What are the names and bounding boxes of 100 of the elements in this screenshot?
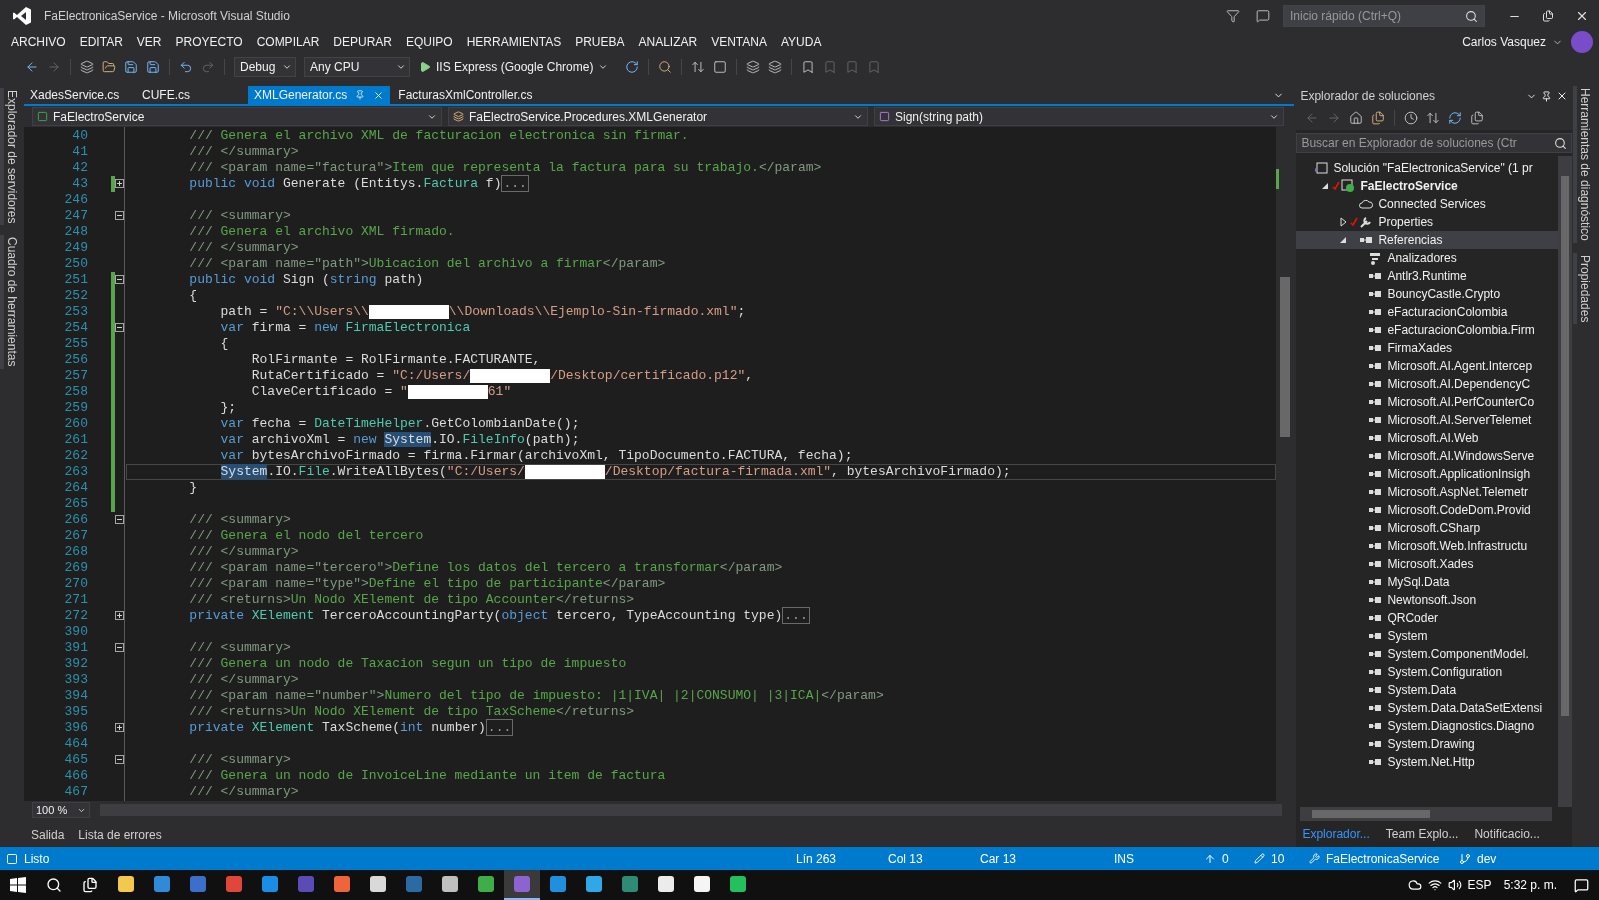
- home-icon[interactable]: [1349, 111, 1364, 125]
- collapse-icon[interactable]: [114, 323, 124, 332]
- refresh-icon[interactable]: [625, 60, 640, 74]
- sync-icon[interactable]: [1426, 111, 1441, 125]
- side-tab[interactable]: Propiedades: [1573, 252, 1594, 325]
- tree-item[interactable]: BouncyCastle.Crypto: [1296, 285, 1559, 303]
- tree-item[interactable]: Newtonsoft.Json: [1296, 591, 1559, 609]
- run-button[interactable]: IIS Express (Google Chrome): [415, 56, 613, 78]
- tree-item[interactable]: Properties: [1296, 213, 1559, 231]
- tree-item[interactable]: Microsoft.ApplicationInsigh: [1296, 465, 1559, 483]
- tree-item[interactable]: Microsoft.AI.Agent.Intercep: [1296, 357, 1559, 375]
- tree-item[interactable]: FaElectroService: [1296, 177, 1559, 195]
- collapse-icon[interactable]: [114, 275, 124, 284]
- refresh-icon[interactable]: [1448, 111, 1463, 125]
- tree-item[interactable]: Microsoft.Web.Infrastructu: [1296, 537, 1559, 555]
- tree-item[interactable]: System: [1296, 627, 1559, 645]
- window-icon[interactable]: [713, 60, 728, 74]
- document-tab[interactable]: XadesService.cs: [23, 86, 134, 104]
- tree-item[interactable]: System.Net.Http: [1296, 753, 1559, 771]
- collapse-icon[interactable]: [114, 211, 124, 220]
- collapse-icon[interactable]: [114, 643, 124, 652]
- avatar[interactable]: [1571, 31, 1593, 53]
- menu-item[interactable]: ANALIZAR: [631, 32, 705, 52]
- tree-item[interactable]: QRCoder: [1296, 609, 1559, 627]
- panel-tab[interactable]: Team Explo...: [1379, 823, 1465, 845]
- filter-icon[interactable]: [1226, 9, 1240, 23]
- step-icon[interactable]: [691, 60, 706, 74]
- tree-item[interactable]: Microsoft.AspNet.Telemetr: [1296, 483, 1559, 501]
- user-name[interactable]: Carlos Vasquez: [1462, 35, 1546, 49]
- save-icon[interactable]: [124, 60, 138, 74]
- history-icon[interactable]: [1404, 111, 1419, 125]
- project-dropdown[interactable]: FaElectroService: [31, 107, 442, 126]
- branch-name[interactable]: dev: [1477, 851, 1497, 866]
- side-tab[interactable]: Cuadro de herramientas: [0, 235, 20, 369]
- tree-item[interactable]: System.Drawing: [1296, 735, 1559, 753]
- feedback-icon[interactable]: [1256, 9, 1270, 23]
- back-icon[interactable]: [25, 60, 39, 74]
- zoom-dropdown[interactable]: 100 %: [31, 802, 90, 818]
- tree-item[interactable]: Referencias: [1296, 231, 1559, 249]
- tree-item[interactable]: Microsoft.AI.WindowsServe: [1296, 447, 1559, 465]
- branch-icon[interactable]: [1459, 852, 1471, 865]
- platform-dropdown[interactable]: Any CPU: [304, 57, 410, 77]
- side-tab[interactable]: Herramientas de diagnóstico: [1573, 86, 1594, 243]
- tree-item[interactable]: Solución "FaElectronicaService" (1 pr: [1296, 159, 1559, 177]
- network-icon[interactable]: [1427, 878, 1442, 892]
- tree-item[interactable]: Microsoft.CodeDom.Provid: [1296, 501, 1559, 519]
- bookmark-icon[interactable]: [801, 60, 816, 74]
- save-all-icon[interactable]: [146, 60, 160, 74]
- class-dropdown[interactable]: FaElectroService.Procedures.XMLGenerator: [447, 107, 868, 126]
- input-language[interactable]: ESP: [1467, 878, 1492, 892]
- volume-icon[interactable]: [1447, 878, 1462, 892]
- notifications-icon[interactable]: [1573, 877, 1589, 893]
- menu-item[interactable]: AYUDA: [774, 32, 829, 52]
- tree-item[interactable]: System.Configuration: [1296, 663, 1559, 681]
- open-folder-icon[interactable]: [102, 60, 116, 74]
- scrollbar[interactable]: [1558, 156, 1573, 807]
- quick-launch-field[interactable]: Inicio rápido (Ctrl+Q): [1283, 5, 1485, 27]
- collapse-icon[interactable]: [114, 515, 124, 524]
- menu-item[interactable]: EQUIPO: [399, 32, 460, 52]
- tree-item[interactable]: Microsoft.Xades: [1296, 555, 1559, 573]
- repository-name[interactable]: FaElectronicaService: [1326, 851, 1440, 866]
- member-dropdown[interactable]: Sign(string path): [873, 107, 1284, 126]
- menu-item[interactable]: ARCHIVO: [4, 32, 73, 52]
- configuration-dropdown[interactable]: Debug: [234, 57, 296, 77]
- cloud-icon[interactable]: [1407, 878, 1422, 892]
- push-count[interactable]: 0: [1222, 851, 1229, 866]
- menu-item[interactable]: VENTANA: [704, 32, 774, 52]
- menu-item[interactable]: VER: [129, 32, 169, 52]
- tree-item[interactable]: System.Data: [1296, 681, 1559, 699]
- horizontal-scrollbar[interactable]: [1300, 807, 1553, 821]
- tree-item[interactable]: FirmaXades: [1296, 339, 1559, 357]
- panel-tab[interactable]: Notificacio...: [1468, 823, 1546, 845]
- switch-views-icon[interactable]: [1371, 111, 1386, 125]
- tree-item[interactable]: Antlr3.Runtime: [1296, 267, 1559, 285]
- edit-count[interactable]: 10: [1271, 851, 1285, 866]
- find-icon[interactable]: [658, 60, 673, 74]
- expanded-arrow-icon[interactable]: [1320, 181, 1331, 191]
- start-icon[interactable]: [10, 877, 26, 893]
- menu-item[interactable]: DEPURAR: [326, 32, 399, 52]
- tree-item[interactable]: Microsoft.AI.ServerTelemet: [1296, 411, 1559, 429]
- tree-item[interactable]: Microsoft.AI.Web: [1296, 429, 1559, 447]
- side-tab[interactable]: Explorador de servidores: [0, 88, 20, 226]
- menu-item[interactable]: HERRAMIENTAS: [459, 32, 569, 52]
- collapse-icon[interactable]: [114, 755, 124, 764]
- menu-item[interactable]: EDITAR: [72, 32, 130, 52]
- undo-icon[interactable]: [179, 60, 193, 74]
- task-view-icon[interactable]: [82, 877, 98, 893]
- expanded-arrow-icon[interactable]: [1338, 235, 1349, 245]
- tree-item[interactable]: eFacturacionColombia.Firm: [1296, 321, 1559, 339]
- tree-item[interactable]: System.ComponentModel.: [1296, 645, 1559, 663]
- close-icon[interactable]: [1575, 9, 1589, 23]
- tree-item[interactable]: MySql.Data: [1296, 573, 1559, 591]
- expand-icon[interactable]: [114, 723, 124, 732]
- tree-item[interactable]: System.Data.DataSetExtensi: [1296, 699, 1559, 717]
- menu-item[interactable]: COMPILAR: [249, 32, 327, 52]
- tree-item[interactable]: Connected Services: [1296, 195, 1559, 213]
- panel-tab[interactable]: Lista de errores: [71, 826, 169, 844]
- panel-tab[interactable]: Salida: [23, 826, 72, 844]
- document-tab[interactable]: CUFE.cs: [135, 86, 246, 104]
- expand-icon[interactable]: [114, 179, 124, 188]
